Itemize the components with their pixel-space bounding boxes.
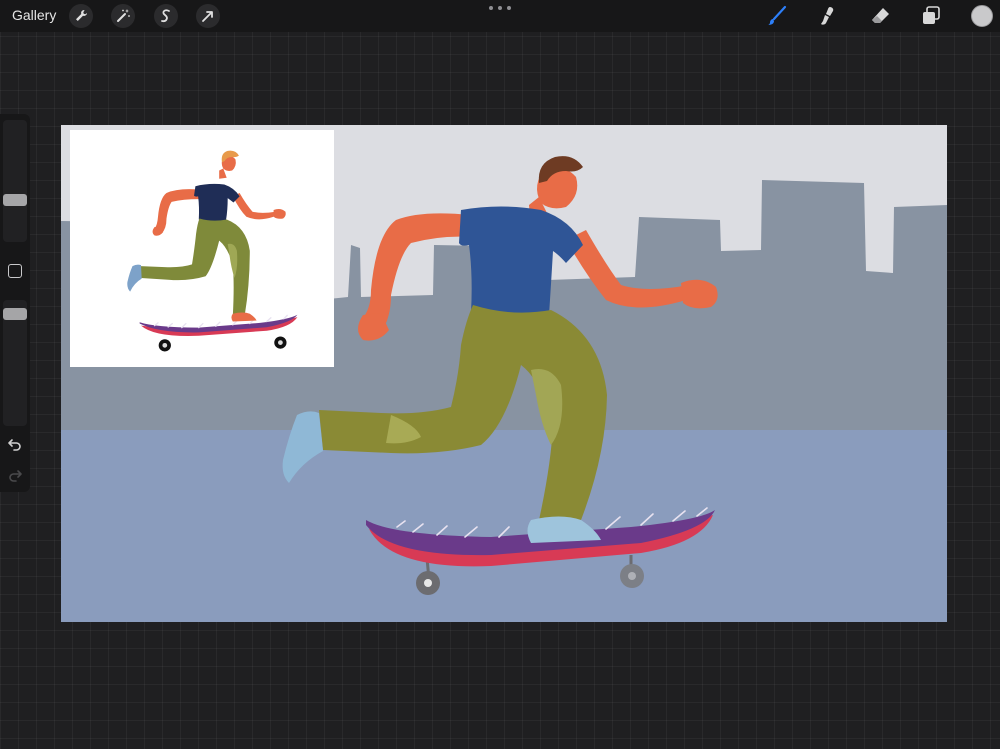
transform-button[interactable] (196, 4, 220, 28)
layers-icon (923, 6, 940, 24)
smudge-icon (821, 7, 834, 25)
adjustments-button[interactable] (111, 4, 135, 28)
wrench-icon (76, 10, 87, 21)
brush-size-handle[interactable] (3, 193, 27, 206)
brush-icon (768, 5, 787, 25)
eraser-icon (872, 8, 889, 23)
brush-tool-button[interactable] (765, 4, 789, 28)
smudge-tool-button[interactable] (816, 4, 840, 28)
gallery-button[interactable]: Gallery (12, 7, 56, 23)
layers-button[interactable] (919, 4, 943, 28)
top-toolbar: Gallery (0, 0, 1000, 32)
redo-icon[interactable] (7, 467, 23, 483)
reference-artwork (70, 130, 334, 367)
brush-size-slider[interactable] (3, 120, 27, 242)
more-menu-button[interactable] (489, 3, 511, 13)
actions-button[interactable] (69, 4, 93, 28)
color-picker-button[interactable] (971, 5, 993, 27)
modify-button[interactable] (8, 264, 22, 278)
reference-image[interactable] (70, 130, 334, 367)
ellipsis-icon (489, 6, 511, 10)
magic-wand-icon (117, 9, 130, 22)
selection-button[interactable] (154, 4, 178, 28)
ground (61, 430, 947, 622)
opacity-handle[interactable] (3, 307, 27, 320)
left-sidebar (0, 114, 30, 492)
selection-icon (161, 9, 170, 23)
eraser-tool-button[interactable] (868, 4, 892, 28)
transform-arrow-icon (202, 11, 213, 22)
undo-icon[interactable] (7, 436, 23, 452)
